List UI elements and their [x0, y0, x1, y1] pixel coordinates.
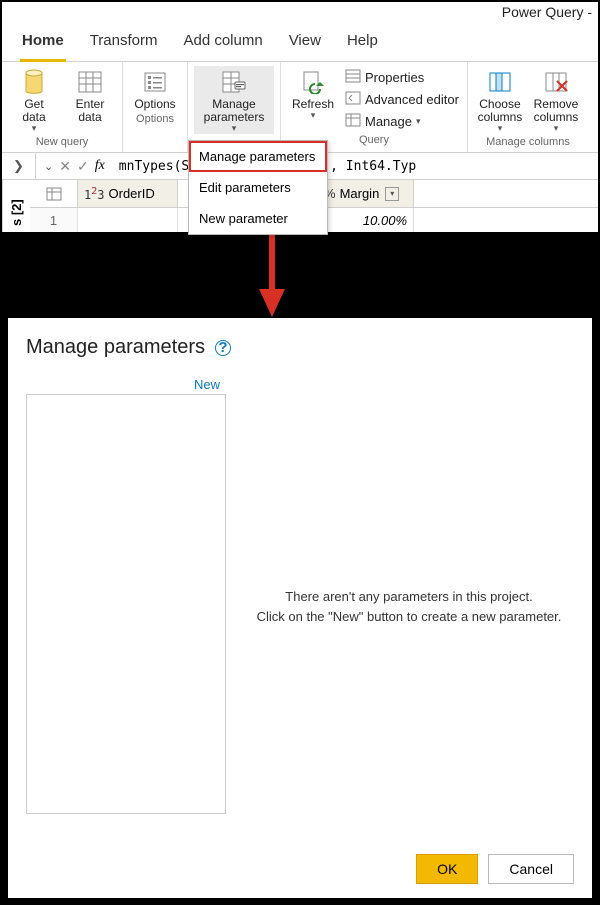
dialog-title: Manage parameters ? — [26, 336, 574, 359]
parameter-list[interactable] — [26, 394, 226, 814]
dropdown-item-manage-parameters[interactable]: Manage parameters — [189, 141, 327, 172]
tab-add-column[interactable]: Add column — [181, 24, 264, 61]
get-data-icon — [22, 68, 46, 96]
column-header-orderid[interactable]: 123 OrderID — [78, 180, 178, 207]
options-label: Options — [134, 98, 175, 111]
group-query: Refresh ▾ Properties Advanced editor Man… — [280, 62, 468, 152]
queries-count-label: s [2] — [2, 180, 30, 232]
group-manage-columns: Choose columns▾ Remove columns▾ Manage c… — [468, 62, 588, 152]
group-label-query: Query — [359, 132, 389, 146]
tab-transform[interactable]: Transform — [88, 24, 160, 61]
tab-home[interactable]: Home — [20, 24, 66, 62]
manage-parameters-icon — [221, 68, 247, 96]
cell-margin[interactable]: 10.00% — [318, 208, 414, 232]
choose-columns-button[interactable]: Choose columns▾ — [474, 66, 526, 134]
group-label-new-query: New query — [36, 134, 89, 148]
column-header-margin-label: Margin — [340, 186, 380, 201]
group-parameters: Manage parameters▾ — [188, 62, 280, 152]
manage-parameters-dialog: Manage parameters ? New There aren't any… — [6, 316, 594, 900]
options-button[interactable]: Options — [129, 66, 181, 111]
column-header-margin[interactable]: % Margin ▾ — [318, 180, 414, 207]
enter-data-icon — [78, 68, 102, 96]
annotation-arrow — [257, 225, 287, 317]
enter-data-button[interactable]: Enter data — [64, 66, 116, 124]
properties-label: Properties — [365, 70, 424, 85]
formula-cancel-icon[interactable]: ✕ — [59, 158, 71, 175]
table-corner-icon[interactable] — [30, 180, 78, 207]
help-icon[interactable]: ? — [215, 340, 231, 356]
manage-query-button[interactable]: Manage ▾ — [343, 110, 461, 132]
group-options: Options Options — [123, 62, 188, 152]
formula-accept-icon[interactable]: ✓ — [77, 158, 89, 175]
int-type-icon: 123 — [84, 186, 105, 202]
group-label-options: Options — [136, 111, 174, 125]
tab-help[interactable]: Help — [345, 24, 380, 61]
refresh-button[interactable]: Refresh ▾ — [287, 66, 339, 121]
manage-parameters-dropdown: Manage parameters Edit parameters New pa… — [188, 140, 328, 235]
column-filter-icon[interactable]: ▾ — [385, 187, 399, 201]
dropdown-item-edit-parameters[interactable]: Edit parameters — [189, 172, 327, 203]
properties-button[interactable]: Properties — [343, 66, 461, 88]
get-data-button[interactable]: Get data▾ — [8, 66, 60, 134]
advanced-editor-button[interactable]: Advanced editor — [343, 88, 461, 110]
manage-query-icon — [345, 113, 361, 130]
refresh-icon — [301, 68, 325, 96]
choose-columns-icon — [488, 68, 512, 96]
row-index: 1 — [30, 208, 78, 232]
group-new-query: Get data▾ Enter data New query — [2, 62, 123, 152]
ribbon: Get data▾ Enter data New query Options — [2, 62, 598, 152]
ribbon-tabs: Home Transform Add column View Help — [2, 22, 598, 62]
remove-columns-icon — [544, 68, 568, 96]
manage-parameters-label: Manage parameters — [204, 98, 265, 124]
cell-orderid[interactable] — [78, 208, 178, 232]
column-header-orderid-label: OrderID — [109, 186, 155, 201]
ok-button[interactable]: OK — [416, 854, 478, 884]
remove-columns-label: Remove columns — [534, 98, 579, 124]
fx-icon[interactable]: fx — [95, 158, 105, 174]
dialog-title-text: Manage parameters — [26, 336, 205, 359]
manage-query-label: Manage — [365, 114, 412, 129]
group-label-manage-columns: Manage columns — [486, 134, 570, 148]
choose-columns-label: Choose columns — [478, 98, 523, 124]
manage-parameters-button[interactable]: Manage parameters▾ — [194, 66, 274, 134]
new-parameter-link[interactable]: New — [26, 377, 226, 392]
empty-state-message: There aren't any parameters in this proj… — [244, 399, 574, 814]
title-bar: Power Query - — [2, 2, 598, 22]
properties-icon — [345, 69, 361, 86]
advanced-editor-label: Advanced editor — [365, 92, 459, 107]
options-icon — [143, 68, 167, 96]
get-data-label: Get data — [22, 98, 45, 124]
remove-columns-button[interactable]: Remove columns▾ — [530, 66, 582, 134]
formula-expand-icon[interactable]: ⌄ — [44, 160, 53, 173]
tab-view[interactable]: View — [287, 24, 323, 61]
advanced-editor-icon — [345, 91, 361, 108]
formula-text[interactable]: mnTypes(Source, {{"OrderID", Int64.Typ — [113, 159, 598, 174]
cancel-button[interactable]: Cancel — [488, 854, 574, 884]
queries-pane-toggle[interactable]: ❯ — [2, 153, 36, 179]
enter-data-label: Enter data — [76, 98, 105, 124]
dropdown-item-new-parameter[interactable]: New parameter — [189, 203, 327, 234]
